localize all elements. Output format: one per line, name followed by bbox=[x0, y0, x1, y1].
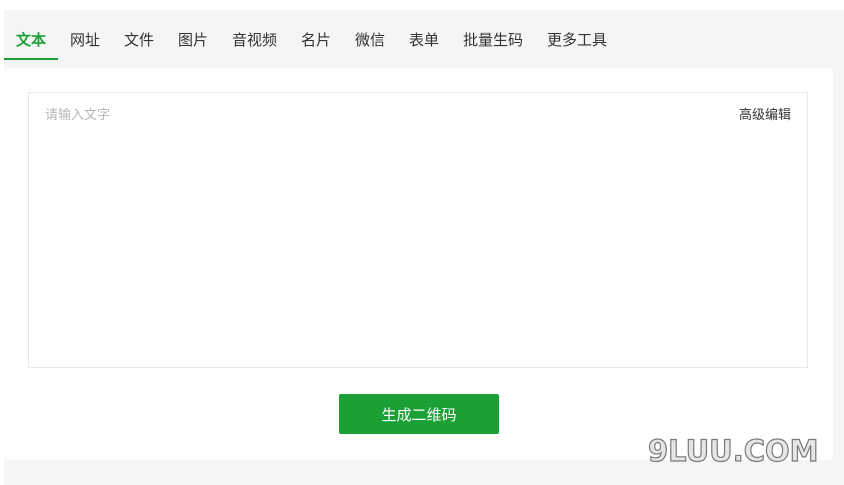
tab-image[interactable]: 图片 bbox=[178, 29, 208, 51]
tab-form[interactable]: 表单 bbox=[409, 29, 439, 51]
content-card: 高级编辑 生成二维码 bbox=[4, 68, 833, 460]
tab-batch-generate[interactable]: 批量生码 bbox=[463, 29, 523, 51]
text-input[interactable] bbox=[45, 107, 705, 347]
generate-qr-button[interactable]: 生成二维码 bbox=[339, 394, 499, 434]
tab-more-tools[interactable]: 更多工具 bbox=[547, 29, 607, 51]
tab-file[interactable]: 文件 bbox=[124, 29, 154, 51]
tab-text[interactable]: 文本 bbox=[16, 29, 46, 51]
active-tab-indicator bbox=[4, 58, 58, 60]
text-editor: 高级编辑 bbox=[28, 92, 808, 368]
tab-url[interactable]: 网址 bbox=[70, 29, 100, 51]
tab-wechat[interactable]: 微信 bbox=[355, 29, 385, 51]
tab-business-card[interactable]: 名片 bbox=[301, 29, 331, 51]
watermark-logo: 9LUU.COM bbox=[647, 433, 819, 468]
qr-generator-panel: 文本 网址 文件 图片 音视频 名片 微信 表单 批量生码 更多工具 高级编辑 … bbox=[4, 10, 844, 485]
advanced-edit-link[interactable]: 高级编辑 bbox=[739, 107, 791, 125]
tab-audio-video[interactable]: 音视频 bbox=[232, 29, 277, 51]
tab-bar: 文本 网址 文件 图片 音视频 名片 微信 表单 批量生码 更多工具 bbox=[4, 10, 844, 60]
